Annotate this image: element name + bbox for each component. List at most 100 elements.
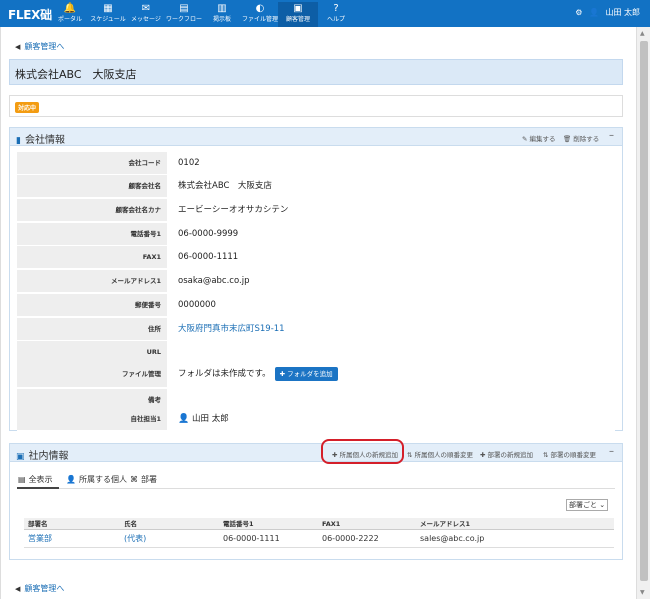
nav-board[interactable]: ▥ 掲示板 — [202, 2, 242, 24]
scroll-up-icon[interactable]: ▲ — [640, 30, 645, 37]
internal-panel-header: ▣ 社内情報 ✚ 所属個人の新規追加 ⇅ 所属個人の順番変更 ✚ 部署の新規追加 ⇅ 部署… — [10, 444, 622, 462]
edit-icon: ✎ — [522, 135, 528, 143]
nav-schedule-label: スケジュール — [90, 16, 126, 23]
nav-workflow-label: ワークフロー — [165, 16, 202, 23]
sort-icon: ⇅ — [543, 451, 549, 459]
brand-logo[interactable]: FLEX础 — [8, 6, 52, 23]
internal-panel-title: ▣ 社内情報 — [16, 447, 69, 462]
delete-button[interactable]: 🗑 削除する — [563, 133, 599, 143]
trash-icon: 🗑 — [563, 135, 572, 143]
field-row: ファイル管理 フォルダは未作成です。 ✚ フォルダを追加 — [17, 361, 615, 388]
nav-message[interactable]: ✉ メッセージ — [126, 2, 166, 24]
field-row: 顧客会社名 株式会社ABC 大阪支店 — [17, 175, 615, 198]
gear-icon[interactable]: ⚙ — [575, 8, 582, 17]
field-label: FAX1 — [17, 246, 167, 268]
scrollbar-thumb[interactable] — [640, 41, 648, 581]
nav-workflow[interactable]: ▤ ワークフロー — [164, 2, 204, 24]
edit-label: 編集する — [529, 135, 556, 143]
user-icon: 👤 — [588, 8, 599, 17]
nav-message-label: メッセージ — [131, 16, 161, 23]
field-value: エービーシーオオサカシテン — [178, 205, 289, 215]
folder-icon: ◐ — [255, 3, 265, 14]
board-icon: ▥ — [217, 3, 227, 14]
tab-divider — [17, 488, 615, 489]
sitemap-icon: ⌘ — [130, 475, 138, 484]
caret-left-icon: ◀ — [15, 585, 21, 593]
top-navbar: FLEX础 🔔 ポータル ▦ スケジュール ✉ メッセージ ▤ ワークフロー ▥… — [0, 0, 650, 27]
collapse-icon[interactable]: – — [609, 130, 614, 141]
building-icon: ▮ — [16, 136, 21, 146]
page-title: 株式会社ABC 大阪支店 — [15, 68, 137, 81]
id-card-icon: ▣ — [16, 452, 25, 462]
field-label: 郵便番号 — [17, 294, 167, 316]
person-order-label: 所属個人の順番変更 — [414, 451, 473, 459]
vertical-scrollbar[interactable]: ▲ ▼ — [636, 27, 650, 599]
row-email: sales@abc.co.jp — [420, 534, 485, 543]
field-value: osaka@abc.co.jp — [178, 276, 250, 286]
tab-departments[interactable]: ⌘ 部署 — [130, 474, 157, 485]
collapse-icon[interactable]: – — [609, 446, 614, 457]
field-value-staff: 👤 山田 太郎 — [178, 408, 229, 430]
field-row: 自社担当1 👤 山田 太郎 — [17, 408, 615, 431]
field-label: URL — [17, 341, 167, 363]
staff-name: 山田 太郎 — [192, 414, 229, 424]
nav-portal-label: ポータル — [57, 16, 82, 23]
field-label: メールアドレス1 — [17, 270, 167, 292]
nav-help-label: ヘルプ — [326, 16, 345, 23]
delete-label: 削除する — [573, 135, 600, 143]
active-tab-indicator — [17, 487, 59, 489]
nav-customer[interactable]: ▣ 顧客管理 — [278, 2, 318, 27]
person-icon: 👤 — [66, 475, 76, 484]
field-value: 06-0000-1111 — [178, 252, 239, 262]
field-value: 0102 — [178, 158, 200, 168]
sort-select[interactable]: 部署ごと ⌄ — [566, 499, 608, 511]
tab-persons-label: 所属する個人 — [78, 475, 127, 484]
dept-link[interactable]: 営業部 — [28, 530, 52, 548]
highlight-annotation — [321, 439, 404, 464]
calendar-icon: ▦ — [103, 3, 113, 14]
card-icon: ▤ — [18, 475, 26, 484]
back-link-top[interactable]: ◀ 顧客管理へ — [15, 41, 64, 52]
nav-schedule[interactable]: ▦ スケジュール — [88, 2, 128, 24]
caret-left-icon: ◀ — [15, 43, 21, 51]
edit-button[interactable]: ✎ 編集する — [522, 133, 555, 143]
dept-order-button[interactable]: ⇅ 部署の順番変更 — [543, 449, 596, 459]
field-value: 06-0000-9999 — [178, 229, 239, 239]
field-label: 顧客会社名カナ — [17, 199, 167, 221]
field-row: 郵便番号 0000000 — [17, 294, 615, 317]
nav-board-label: 掲示板 — [212, 16, 231, 23]
field-row: 会社コード 0102 — [17, 152, 615, 175]
address-link[interactable]: 大阪府門真市末広町S19-11 — [178, 318, 285, 340]
tab-persons[interactable]: 👤 所属する個人 — [66, 474, 127, 485]
tab-all-label: 全表示 — [28, 475, 53, 484]
field-row: 住所 大阪府門真市末広町S19-11 — [17, 318, 615, 341]
field-label: 顧客会社名 — [17, 175, 167, 197]
person-order-button[interactable]: ⇅ 所属個人の順番変更 — [407, 449, 473, 459]
person-link[interactable]: (代表) — [124, 530, 146, 548]
help-icon: ? — [333, 3, 339, 14]
nav-file[interactable]: ◐ ファイル管理 — [240, 2, 280, 24]
add-folder-button[interactable]: ✚ フォルダを追加 — [274, 366, 338, 381]
col-email: メールアドレス1 — [420, 520, 471, 528]
col-name: 氏名 — [124, 520, 137, 528]
field-label: 電話番号1 — [17, 223, 167, 245]
row-fax: 06-0000-2222 — [322, 534, 379, 543]
nav-help[interactable]: ? ヘルプ — [316, 2, 356, 24]
user-menu[interactable]: ⚙ 👤 山田 太郎 — [571, 7, 640, 18]
scroll-down-icon[interactable]: ▼ — [640, 589, 645, 596]
tab-all[interactable]: ▤ 全表示 — [18, 474, 53, 485]
plus-icon: ✚ — [480, 451, 486, 459]
file-status-text: フォルダは未作成です。 — [178, 369, 271, 379]
back-link-bottom[interactable]: ◀ 顧客管理へ — [15, 583, 64, 594]
bell-icon: 🔔 — [63, 3, 77, 14]
nav-portal[interactable]: 🔔 ポータル — [50, 2, 90, 24]
add-dept-label: 部署の新規追加 — [487, 451, 533, 459]
add-dept-button[interactable]: ✚ 部署の新規追加 — [480, 449, 533, 459]
company-info-panel: ▮ 会社情報 ✎ 編集する 🗑 削除する – 会社コード 0102 顧客会社名 株式会… — [9, 127, 623, 431]
col-fax: FAX1 — [322, 520, 341, 528]
company-panel-title: ▮ 会社情報 — [16, 131, 65, 146]
field-row: メールアドレス1 osaka@abc.co.jp — [17, 270, 615, 293]
status-badge: 対応中 — [15, 102, 40, 113]
field-label: 住所 — [17, 318, 167, 340]
field-row: FAX1 06-0000-1111 — [17, 246, 615, 269]
